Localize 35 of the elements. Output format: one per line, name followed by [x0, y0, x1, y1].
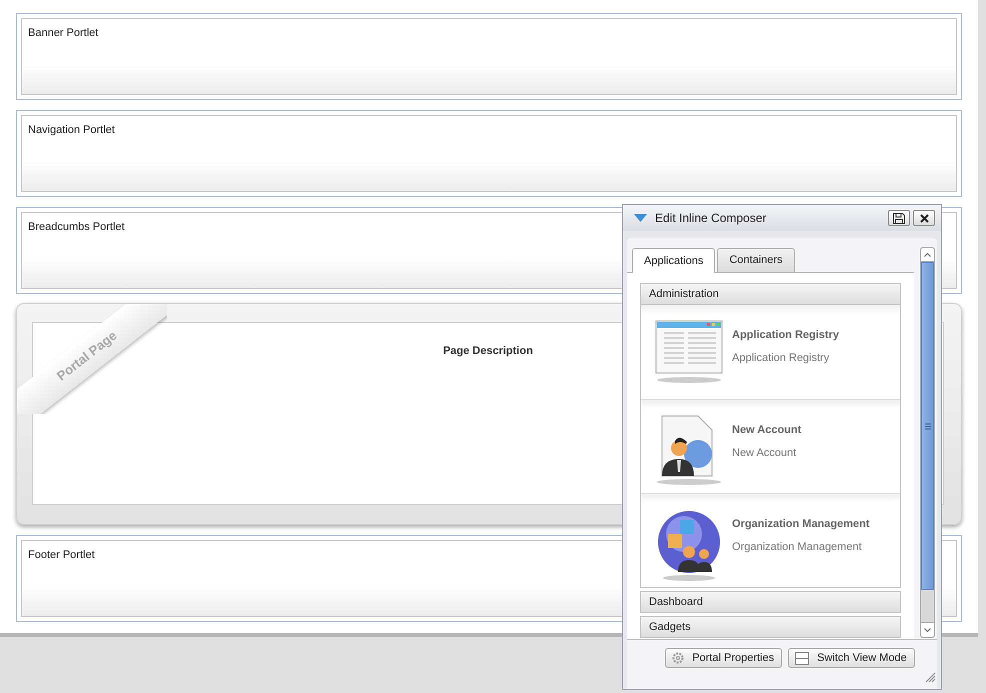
scroll-thumb[interactable] [921, 262, 934, 590]
application-title: New Account [732, 423, 802, 438]
gear-icon [672, 652, 684, 664]
scrollbar[interactable] [920, 247, 935, 638]
up-caret-icon [924, 252, 931, 256]
category-header[interactable]: Administration [640, 283, 901, 305]
toolbar-button[interactable]: Switch View Mode [788, 648, 915, 668]
category-header[interactable]: Dashboard [640, 591, 901, 613]
save-button[interactable] [888, 210, 910, 226]
application-title: Application Registry [732, 328, 839, 343]
scroll-down-button[interactable] [921, 622, 934, 637]
portlet-title: Footer Portlet [28, 548, 95, 563]
category-header[interactable]: Gadgets [640, 616, 901, 638]
application-description: Application Registry [732, 350, 830, 366]
page-description: Page Description [443, 344, 533, 359]
toolbar-button[interactable]: Portal Properties [665, 648, 782, 668]
application-description: Organization Management [732, 540, 863, 554]
resize-grip-icon[interactable] [925, 672, 936, 683]
application-title: Organization Management [732, 517, 870, 532]
application-description: New Account [732, 446, 798, 460]
collapse-arrow-icon[interactable] [634, 214, 647, 222]
tab[interactable]: Applications [632, 248, 716, 273]
portlet-title: Navigation Portlet [28, 123, 115, 138]
tab[interactable]: Containers [717, 248, 795, 272]
window-icon [654, 319, 724, 385]
portlet-title: Banner Portlet [28, 26, 98, 41]
close-button[interactable] [913, 210, 935, 226]
down-caret-icon [924, 628, 931, 632]
grip-icon [924, 422, 930, 430]
window-title: Edit Inline Composer [655, 210, 768, 227]
scroll-up-button[interactable] [921, 248, 934, 262]
layout-icon [795, 652, 810, 664]
portlet-title: Breadcumbs Portlet [28, 220, 125, 235]
close-icon [920, 214, 928, 222]
user-document-icon [654, 414, 724, 486]
